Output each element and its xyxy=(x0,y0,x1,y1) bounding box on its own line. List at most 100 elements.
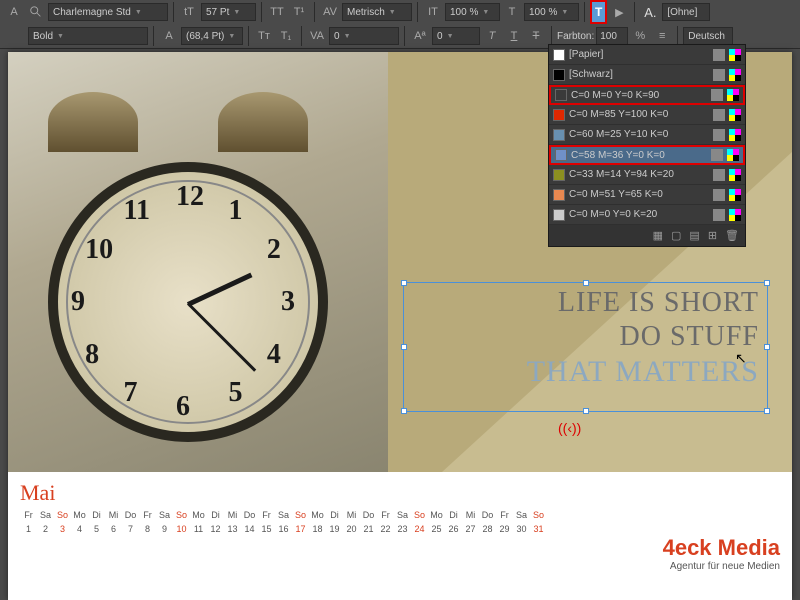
color-type-icon xyxy=(729,109,741,121)
cal-date: 18 xyxy=(309,524,326,534)
clock-image[interactable]: 121234567891011 xyxy=(8,52,388,472)
search-icon[interactable] xyxy=(26,3,46,21)
underline-icon[interactable]: T xyxy=(504,27,524,45)
swatch-folder-icon[interactable]: ▤ xyxy=(689,229,699,242)
swatch-label: C=0 M=0 Y=0 K=90 xyxy=(571,90,707,101)
cal-date: 19 xyxy=(326,524,343,534)
swatch-row[interactable]: [Schwarz] xyxy=(549,65,745,85)
trash-icon[interactable]: 🗑 xyxy=(725,229,739,242)
quote-text[interactable]: LIFE IS SHORT DO STUFF THAT MATTERS xyxy=(404,283,767,393)
tracking-dropdown[interactable]: 0▼ xyxy=(329,27,399,45)
panel-menu-icon[interactable]: ▶ xyxy=(609,3,629,21)
calendar-weekdays: FrSaSoMoDiMiDoFrSaSoMoDiMiDoFrSaSoMoDiMi… xyxy=(20,510,780,520)
swatch-row[interactable]: C=0 M=0 Y=0 K=20 xyxy=(549,205,745,225)
cal-day: Fr xyxy=(139,510,156,520)
font-family-value: Charlemagne Std xyxy=(53,7,131,18)
resize-handle[interactable] xyxy=(764,408,770,414)
swatch-label: C=0 M=85 Y=100 K=0 xyxy=(569,109,709,120)
chevron-down-icon: ▼ xyxy=(447,33,454,40)
swatch-options-icon[interactable]: ▢ xyxy=(671,229,681,242)
cal-date: 21 xyxy=(360,524,377,534)
swatches-menu-icon[interactable]: ≡ xyxy=(652,27,672,45)
text-frame[interactable]: LIFE IS SHORT DO STUFF THAT MATTERS xyxy=(403,282,768,412)
chevron-down-icon: ▼ xyxy=(561,9,568,16)
allcaps-icon[interactable]: TT xyxy=(267,3,287,21)
char-style-icon: A. xyxy=(640,3,660,21)
logo-subtitle: Agentur für neue Medien xyxy=(663,561,780,572)
cal-day: Mo xyxy=(309,510,326,520)
cal-day: Fr xyxy=(377,510,394,520)
new-icon[interactable]: ⊞ xyxy=(708,229,717,242)
swatch-label: C=60 M=25 Y=10 K=0 xyxy=(569,129,709,140)
cal-date: 12 xyxy=(207,524,224,534)
smallcaps-icon[interactable]: Tт xyxy=(254,27,274,45)
baseline-dropdown[interactable]: 0▼ xyxy=(432,27,480,45)
clock-number: 1 xyxy=(229,195,243,227)
resize-handle[interactable] xyxy=(764,280,770,286)
hscale-value: 100 % xyxy=(529,7,557,18)
strike-icon[interactable]: T xyxy=(526,27,546,45)
resize-handle[interactable] xyxy=(583,280,589,286)
color-mode-icon xyxy=(711,89,723,101)
cal-date: 8 xyxy=(139,524,156,534)
cal-day: So xyxy=(411,510,428,520)
cal-day: Mi xyxy=(462,510,479,520)
swatch-row[interactable]: C=0 M=85 Y=100 K=0 xyxy=(549,105,745,125)
font-size-dropdown[interactable]: 57 Pt▼ xyxy=(201,3,256,21)
language-value: Deutsch xyxy=(688,31,725,42)
swatch-row[interactable]: C=33 M=14 Y=94 K=20 xyxy=(549,165,745,185)
clock-number: 2 xyxy=(267,234,281,266)
swatch-row[interactable]: C=58 M=36 Y=0 K=0 xyxy=(549,145,745,165)
swatch-label: C=58 M=36 Y=0 K=0 xyxy=(571,150,707,161)
font-weight-value: Bold xyxy=(33,31,53,42)
vscale-dropdown[interactable]: 100 %▼ xyxy=(445,3,500,21)
cal-day: Sa xyxy=(275,510,292,520)
swatch-row[interactable]: C=0 M=0 Y=0 K=90 xyxy=(549,85,745,105)
superscript-icon[interactable]: T¹ xyxy=(289,3,309,21)
kerning-dropdown[interactable]: Metrisch▼ xyxy=(342,3,412,21)
swatch-row[interactable]: C=0 M=51 Y=65 K=0 xyxy=(549,185,745,205)
skew-icon[interactable]: T xyxy=(482,27,502,45)
fill-color-button[interactable]: T xyxy=(590,0,607,24)
color-mode-icon xyxy=(713,129,725,141)
tint-input[interactable] xyxy=(596,27,628,45)
resize-handle[interactable] xyxy=(401,408,407,414)
leading-dropdown[interactable]: (68,4 Pt)▼ xyxy=(181,27,243,45)
swatch-row[interactable]: C=60 M=25 Y=10 K=0 xyxy=(549,125,745,145)
logo-name: 4eck Media xyxy=(663,535,780,561)
color-type-icon xyxy=(729,129,741,141)
swatch-chip xyxy=(553,189,565,201)
clock-number: 9 xyxy=(71,286,85,318)
char-panel-icon[interactable]: A xyxy=(4,3,24,21)
cal-day: Mo xyxy=(71,510,88,520)
resize-handle[interactable] xyxy=(401,280,407,286)
color-mode-icon xyxy=(713,109,725,121)
swatch-row[interactable]: [Papier] xyxy=(549,45,745,65)
tracking-icon: VA xyxy=(307,27,327,45)
vscale-value: 100 % xyxy=(450,7,478,18)
chevron-down-icon: ▼ xyxy=(57,33,64,40)
font-size-icon: tT xyxy=(179,3,199,21)
color-mode-icon xyxy=(713,209,725,221)
cal-day: Do xyxy=(241,510,258,520)
hscale-dropdown[interactable]: 100 % ▼ xyxy=(524,3,579,21)
cal-date: 31 xyxy=(530,524,547,534)
swatch-label: [Papier] xyxy=(569,49,709,60)
swatch-label: C=0 M=0 Y=0 K=20 xyxy=(569,209,709,220)
new-swatch-icon[interactable]: ▦ xyxy=(653,229,663,242)
swatch-label: C=33 M=14 Y=94 K=20 xyxy=(569,169,709,180)
resize-handle[interactable] xyxy=(583,408,589,414)
color-type-icon xyxy=(729,169,741,181)
resize-handle[interactable] xyxy=(764,344,770,350)
subscript-icon[interactable]: T₁ xyxy=(276,27,296,45)
resize-handle[interactable] xyxy=(401,344,407,350)
font-size-value: 57 Pt xyxy=(206,7,229,18)
char-style-dropdown[interactable]: [Ohne] xyxy=(662,3,710,21)
cal-day: Sa xyxy=(156,510,173,520)
cal-date: 22 xyxy=(377,524,394,534)
cal-date: 26 xyxy=(445,524,462,534)
font-weight-dropdown[interactable]: Bold ▼ xyxy=(28,27,148,45)
language-dropdown[interactable]: Deutsch xyxy=(683,27,733,45)
cal-date: 25 xyxy=(428,524,445,534)
font-family-dropdown[interactable]: Charlemagne Std▼ xyxy=(48,3,168,21)
